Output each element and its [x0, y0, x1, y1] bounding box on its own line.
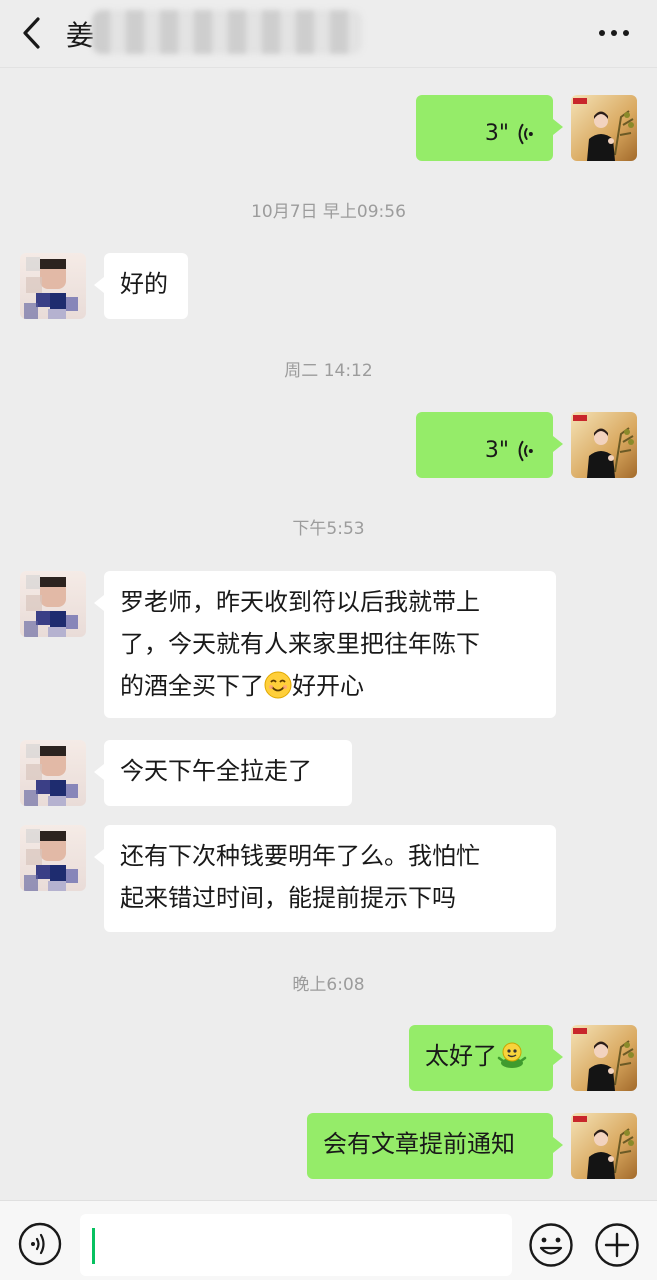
plus-circle-icon[interactable]	[594, 1222, 640, 1268]
timestamp-separator: 10月7日 早上09:56	[251, 202, 406, 222]
message-line: 起来错过时间，能提前提示下吗	[120, 884, 456, 912]
more-dots-icon[interactable]	[597, 22, 631, 44]
chevron-left-icon[interactable]	[20, 16, 44, 50]
contact-avatar[interactable]	[20, 740, 86, 806]
smile-emoji-icon	[264, 671, 292, 699]
message-text: 太好了	[425, 1042, 497, 1070]
timestamp-separator: 下午5:53	[292, 519, 365, 539]
message-line: 罗老师，昨天收到符以后我就带上	[120, 588, 480, 616]
voice-message-bubble[interactable]: 3"	[416, 95, 563, 161]
timestamp-separator: 晚上6:08	[292, 975, 365, 995]
voice-wave-icon	[515, 121, 535, 147]
voice-duration: 3"	[484, 438, 509, 463]
my-avatar[interactable]	[571, 1113, 637, 1179]
outgoing-message-bubble[interactable]: 太好了	[409, 1025, 563, 1091]
voice-message-bubble[interactable]: 3"	[416, 412, 563, 478]
my-avatar[interactable]	[571, 95, 637, 161]
contact-avatar[interactable]	[20, 571, 86, 637]
chat-title: 姜	[66, 19, 95, 52]
text-cursor	[92, 1228, 95, 1264]
chat-header: 姜	[0, 0, 657, 68]
incoming-message-bubble[interactable]: 今天下午全拉走了	[94, 740, 352, 806]
contact-avatar[interactable]	[20, 253, 86, 319]
contact-avatar[interactable]	[20, 825, 86, 891]
message-text: 今天下午全拉走了	[120, 757, 312, 785]
blurred-title-redaction	[92, 10, 362, 54]
timestamp-separator: 周二 14:12	[284, 361, 373, 381]
message-input[interactable]	[80, 1214, 512, 1276]
voice-toggle-icon[interactable]	[18, 1222, 62, 1266]
sprout-emoji-icon	[497, 1042, 527, 1068]
message-line: 还有下次种钱要明年了么。我怕忙	[120, 842, 480, 870]
voice-duration: 3"	[484, 121, 509, 146]
message-text: 会有文章提前通知	[323, 1130, 515, 1158]
message-text: 好开心	[292, 672, 364, 700]
voice-wave-icon	[515, 438, 535, 464]
my-avatar[interactable]	[571, 412, 637, 478]
message-text: 的酒全买下了	[120, 672, 264, 700]
incoming-message-bubble[interactable]: 还有下次种钱要明年了么。我怕忙 起来错过时间，能提前提示下吗	[94, 825, 556, 932]
emoji-face-icon[interactable]	[528, 1222, 574, 1268]
my-avatar[interactable]	[571, 1025, 637, 1091]
message-line: 的酒全买下了 好开心	[120, 665, 540, 707]
incoming-message-bubble[interactable]: 罗老师，昨天收到符以后我就带上 了，今天就有人来家里把往年陈下 的酒全买下了 好…	[94, 571, 556, 718]
outgoing-message-bubble[interactable]: 会有文章提前通知	[307, 1113, 563, 1179]
message-text: 好的	[120, 270, 168, 298]
message-line: 了，今天就有人来家里把往年陈下	[120, 630, 480, 658]
chat-input-bar	[0, 1200, 657, 1280]
incoming-message-bubble[interactable]: 好的	[94, 253, 188, 319]
